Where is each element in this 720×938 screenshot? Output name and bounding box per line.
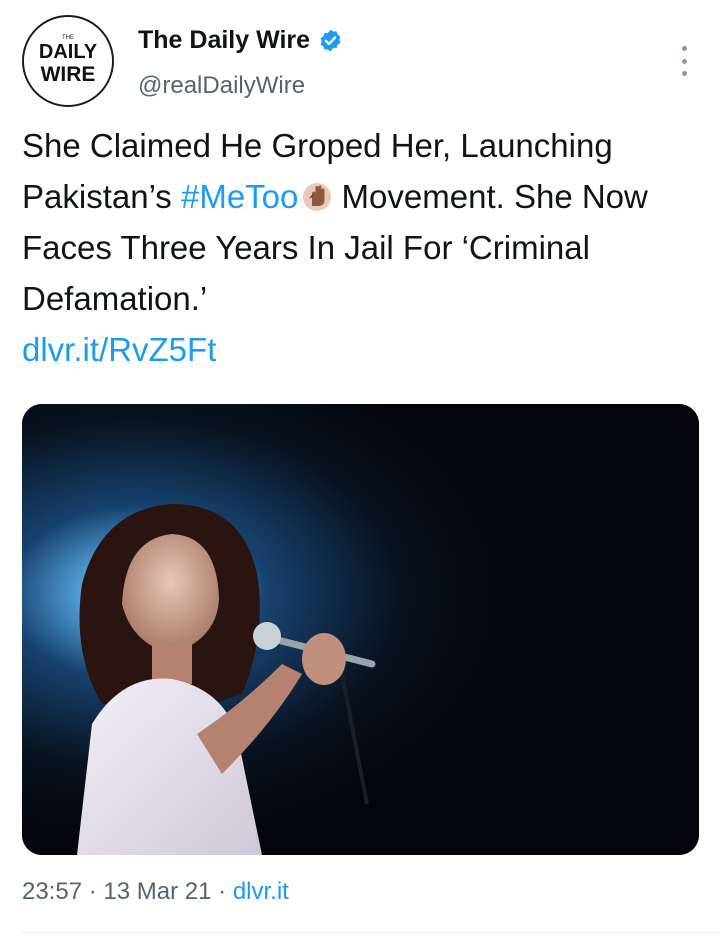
tweet-meta: 23:57 · 13 Mar 21 · dlvr.it — [22, 878, 289, 906]
more-options-icon[interactable] — [672, 46, 696, 76]
singer-photo — [22, 404, 699, 855]
verified-badge-icon — [320, 29, 341, 52]
tweet-date[interactable]: 13 Mar 21 — [103, 878, 211, 905]
author-handle[interactable]: @realDailyWire — [138, 72, 305, 100]
meta-separator: · — [88, 878, 97, 905]
divider — [22, 932, 720, 933]
tweet-time[interactable]: 23:57 — [22, 878, 82, 905]
hashtag-link[interactable]: #MeToo — [181, 178, 298, 215]
author-name-text[interactable]: The Daily Wire — [138, 26, 310, 55]
logo-text-top: DAILY — [39, 41, 98, 63]
tweet-media-image[interactable] — [22, 404, 699, 855]
tweet-source[interactable]: dlvr.it — [233, 878, 289, 905]
tweet-link[interactable]: dlvr.it/RvZ5Ft — [22, 324, 702, 375]
avatar[interactable]: THE DAILY WIRE — [22, 15, 114, 107]
logo-text-bottom: WIRE — [41, 63, 96, 86]
daily-wire-logo: THE DAILY WIRE — [24, 17, 112, 105]
tweet-text: She Claimed He Groped Her, Launching Pak… — [22, 120, 702, 375]
raised-hand-icon — [303, 183, 332, 211]
author-name[interactable]: The Daily Wire — [138, 26, 343, 55]
meta-separator: · — [218, 878, 227, 905]
